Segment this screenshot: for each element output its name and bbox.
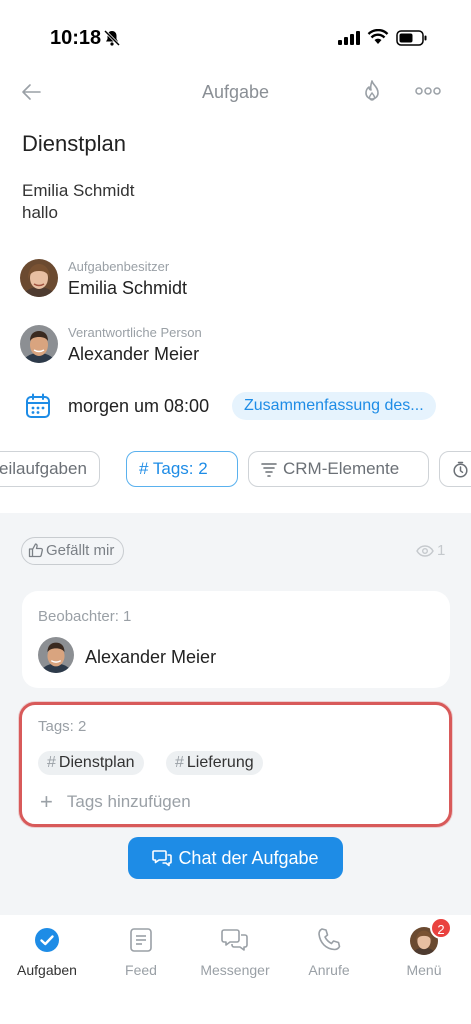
chip-crm[interactable]: CRM-Elemente	[248, 451, 429, 487]
responsible-role-label: Verantwortliche Person	[68, 325, 202, 340]
bottom-tab-bar: Aufgaben Feed Messenger Anrufe 2 Menü	[0, 915, 471, 1024]
avatar	[377, 927, 471, 955]
views-counter: 1	[416, 542, 445, 559]
bell-muted-icon	[103, 29, 121, 47]
avatar	[20, 325, 58, 363]
like-button[interactable]: Gefällt mir	[21, 537, 125, 565]
status-bar: 10:18	[0, 0, 471, 62]
task-detail-area: Gefällt mir 1 Beobachter: 1 Alexander Me…	[0, 513, 471, 915]
responsible-name: Alexander Meier	[68, 344, 200, 364]
tab-feed[interactable]: Feed	[94, 915, 188, 995]
deadline-text: morgen um 08:00	[68, 396, 210, 416]
task-description-line: hallo	[22, 203, 58, 222]
chip-subtasks[interactable]: eilaufgaben	[0, 451, 100, 487]
add-tags-label: Tags hinzufügen	[66, 792, 191, 811]
chat-button-label: Chat der Aufgabe	[178, 848, 319, 868]
observers-card[interactable]: Beobachter: 1 Alexander Meier	[22, 591, 450, 688]
flame-icon[interactable]	[360, 79, 384, 110]
task-owner[interactable]: Aufgabenbesitzer Emilia Schmidt	[20, 259, 320, 303]
tags-label: Tags: 2	[38, 718, 87, 735]
check-circle-icon	[0, 927, 94, 955]
crm-filter-icon	[261, 463, 277, 477]
add-tags-button[interactable]: + Tags hinzufügen	[40, 789, 191, 815]
chip-crm-label: CRM-Elemente	[283, 459, 400, 478]
more-options-icon[interactable]	[414, 83, 442, 104]
task-title: Dienstplan	[22, 131, 126, 156]
tab-menu[interactable]: 2 Menü	[377, 915, 471, 995]
tag-label: Dienstplan	[58, 754, 135, 771]
owner-name: Emilia Schmidt	[68, 278, 188, 298]
tab-aufgaben[interactable]: Aufgaben	[0, 915, 94, 995]
timer-icon	[453, 461, 468, 478]
page-title: Aufgabe	[201, 82, 270, 102]
tab-label: Menü	[406, 962, 442, 978]
chip-tags[interactable]: # Tags: 2	[126, 451, 238, 487]
observer-name: Alexander Meier	[85, 647, 217, 667]
chip-timer[interactable]	[439, 451, 471, 487]
section-chips: eilaufgaben # Tags: 2 CRM-Elemente	[0, 451, 471, 489]
eye-icon	[416, 545, 434, 557]
nav-bar: Aufgabe	[0, 70, 471, 114]
phone-icon	[282, 927, 376, 955]
clock: 10:18	[50, 27, 102, 49]
wifi-icon	[367, 28, 389, 50]
summary-pill[interactable]: Zusammenfassung des...	[232, 392, 436, 420]
tab-label: Messenger	[200, 962, 270, 978]
thumbs-up-icon	[28, 543, 43, 558]
plus-icon: +	[40, 789, 53, 814]
observers-label: Beobachter: 1	[38, 608, 132, 625]
tab-label: Anrufe	[308, 962, 350, 978]
notification-badge: 2	[430, 917, 452, 939]
tags-card[interactable]: Tags: 2 # Dienstplan # Lieferung + Tags hin…	[19, 702, 452, 827]
responsible-person[interactable]: Verantwortliche Person Alexander Meier	[20, 325, 320, 369]
tag-label: Lieferung	[186, 754, 254, 771]
signal-icon	[338, 31, 360, 50]
tab-label: Aufgaben	[17, 962, 77, 978]
tag-chip[interactable]: # Lieferung	[166, 751, 263, 775]
like-label: Gefällt mir	[46, 542, 115, 559]
tab-label: Feed	[125, 962, 157, 978]
calendar-icon	[24, 392, 52, 425]
task-chat-button[interactable]: Chat der Aufgabe	[128, 837, 343, 879]
owner-role-label: Aufgabenbesitzer	[68, 259, 170, 274]
tab-messenger[interactable]: Messenger	[188, 915, 282, 995]
feed-icon	[94, 927, 188, 955]
tab-anrufe[interactable]: Anrufe	[282, 915, 376, 995]
deadline-row[interactable]: morgen um 08:00 Zusammenfassung des...	[24, 392, 464, 422]
battery-icon	[396, 30, 428, 51]
chat-bubbles-icon	[188, 927, 282, 955]
task-description-line: Emilia Schmidt	[22, 181, 135, 200]
avatar	[20, 259, 58, 297]
avatar	[38, 637, 74, 673]
tag-chip[interactable]: # Dienstplan	[38, 751, 144, 775]
chat-icon	[152, 850, 173, 867]
views-count: 1	[437, 542, 446, 559]
